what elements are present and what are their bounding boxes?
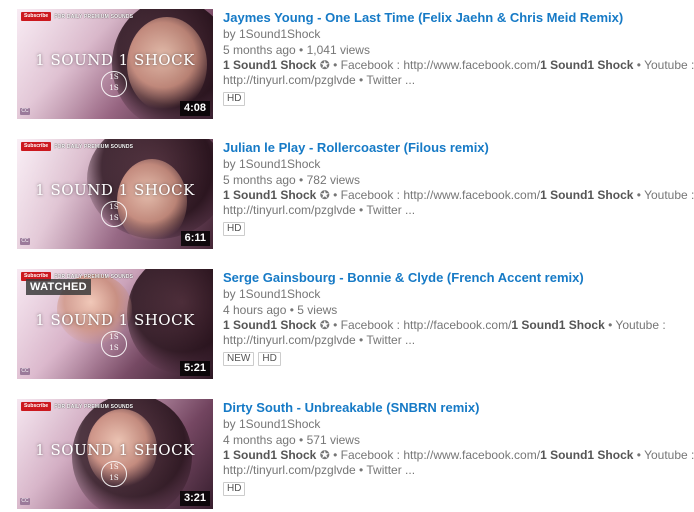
desc-bold: 1 Sound1 Shock [223, 58, 317, 72]
upload-age: 5 months ago [223, 173, 296, 187]
channel-link[interactable]: by 1Sound1Shock [223, 27, 320, 41]
channel-tagline: FOR DAILY PREMIUM SOUNDS [54, 13, 134, 20]
video-title-link[interactable]: Julian le Play - Rollercoaster (Filous r… [223, 139, 694, 156]
video-info: Jaymes Young - One Last Time (Felix Jaeh… [223, 9, 694, 106]
channel-link[interactable]: by 1Sound1Shock [223, 157, 320, 171]
channel-tagline: FOR DAILY PREMIUM SOUNDS [54, 143, 134, 150]
desc-line: http://tinyurl.com/pzglvde • Twitter ... [223, 203, 416, 217]
badge-row: HD [223, 222, 694, 236]
video-meta: 4 months ago • 571 views [223, 432, 694, 448]
video-duration: 4:08 [179, 101, 210, 116]
new-badge: NEW [223, 352, 255, 366]
subscribe-button[interactable]: Subscribe [21, 12, 52, 21]
badge-row: NEW HD [223, 352, 694, 366]
separator: • [295, 173, 307, 187]
video-duration: 6:11 [180, 231, 210, 246]
subscribe-button[interactable]: Subscribe [21, 142, 52, 151]
watched-label: WATCHED [26, 279, 91, 295]
desc-line: http://tinyurl.com/pzglvde • Twitter ... [223, 333, 416, 347]
video-meta: 5 months ago • 1,041 views [223, 42, 694, 58]
channel-logo-text: 1 SOUND 1 SHOCK [35, 181, 195, 199]
video-thumbnail[interactable]: Subscribe FOR DAILY PREMIUM SOUNDS 1 SOU… [17, 9, 213, 119]
channel-byline: by 1Sound1Shock [223, 156, 694, 172]
desc-bold: 1 Sound1 Shock [223, 318, 317, 332]
video-item: Subscribe FOR DAILY PREMIUM SOUNDS WATCH… [17, 269, 694, 381]
video-duration: 5:21 [179, 361, 210, 376]
video-description: 1 Sound1 Shock ✪ • Facebook : http://www… [223, 448, 694, 477]
video-meta: 5 months ago • 782 views [223, 172, 694, 188]
channel-logo-text: 1 SOUND 1 SHOCK [35, 311, 195, 329]
upload-age: 5 months ago [223, 43, 296, 57]
video-thumbnail[interactable]: Subscribe FOR DAILY PREMIUM SOUNDS WATCH… [17, 269, 213, 379]
verified-icon: ✪ [319, 318, 330, 332]
desc-line: http://tinyurl.com/pzglvde • Twitter ... [223, 73, 416, 87]
badge-row: HD [223, 92, 694, 106]
subscribe-bar: Subscribe FOR DAILY PREMIUM SOUNDS [21, 12, 133, 21]
video-title-link[interactable]: Serge Gainsbourg - Bonnie & Clyde (Frenc… [223, 269, 694, 286]
badge-row: HD [223, 482, 694, 496]
channel-logo-text: 1 SOUND 1 SHOCK [35, 51, 195, 69]
channel-byline: by 1Sound1Shock [223, 26, 694, 42]
video-description: 1 Sound1 Shock ✪ • Facebook : http://www… [223, 58, 694, 87]
video-item: Subscribe FOR DAILY PREMIUM SOUNDS 1 SOU… [17, 9, 694, 121]
channel-logo-text: 1 SOUND 1 SHOCK [35, 441, 195, 459]
channel-tagline: FOR DAILY PREMIUM SOUNDS [54, 403, 134, 410]
separator: • [286, 303, 298, 317]
verified-icon: ✪ [319, 188, 330, 202]
video-thumbnail[interactable]: Subscribe FOR DAILY PREMIUM SOUNDS 1 SOU… [17, 399, 213, 509]
video-info: Julian le Play - Rollercoaster (Filous r… [223, 139, 694, 236]
channel-byline: by 1Sound1Shock [223, 286, 694, 302]
video-duration: 3:21 [179, 491, 210, 506]
subscribe-bar: Subscribe FOR DAILY PREMIUM SOUNDS [21, 402, 133, 411]
subscribe-button[interactable]: Subscribe [21, 402, 52, 411]
channel-seal-icon: 1S 1S [101, 331, 127, 357]
channel-seal-icon: 1S 1S [101, 201, 127, 227]
channel-byline: by 1Sound1Shock [223, 416, 694, 432]
channel-link[interactable]: by 1Sound1Shock [223, 417, 320, 431]
video-item: Subscribe FOR DAILY PREMIUM SOUNDS 1 SOU… [17, 139, 694, 251]
view-count: 571 views [306, 433, 360, 447]
desc-line: http://tinyurl.com/pzglvde • Twitter ... [223, 463, 416, 477]
separator: • [295, 433, 307, 447]
video-item: Subscribe FOR DAILY PREMIUM SOUNDS 1 SOU… [17, 399, 694, 511]
separator: • [295, 43, 307, 57]
view-count: 1,041 views [306, 43, 370, 57]
desc-bold: 1 Sound1 Shock [223, 448, 317, 462]
video-description: 1 Sound1 Shock ✪ • Facebook : http://www… [223, 188, 694, 217]
hd-badge: HD [223, 482, 246, 496]
hd-badge: HD [223, 222, 246, 236]
video-title-link[interactable]: Jaymes Young - One Last Time (Felix Jaeh… [223, 9, 694, 26]
verified-icon: ✪ [319, 58, 330, 72]
video-info: Serge Gainsbourg - Bonnie & Clyde (Frenc… [223, 269, 694, 366]
video-info: Dirty South - Unbreakable (SNBRN remix) … [223, 399, 694, 496]
view-count: 5 views [297, 303, 338, 317]
video-title-link[interactable]: Dirty South - Unbreakable (SNBRN remix) [223, 399, 694, 416]
cc-icon: CC [20, 238, 30, 245]
channel-seal-icon: 1S 1S [101, 71, 127, 97]
channel-seal-icon: 1S 1S [101, 461, 127, 487]
upload-age: 4 months ago [223, 433, 296, 447]
hd-badge: HD [258, 352, 281, 366]
channel-link[interactable]: by 1Sound1Shock [223, 287, 320, 301]
cc-icon: CC [20, 108, 30, 115]
cc-icon: CC [20, 368, 30, 375]
video-description: 1 Sound1 Shock ✪ • Facebook : http://fac… [223, 318, 694, 348]
desc-bold: 1 Sound1 Shock [223, 188, 317, 202]
upload-age: 4 hours ago [223, 303, 287, 317]
verified-icon: ✪ [319, 448, 330, 462]
video-thumbnail[interactable]: Subscribe FOR DAILY PREMIUM SOUNDS 1 SOU… [17, 139, 213, 249]
hd-badge: HD [223, 92, 246, 106]
subscribe-bar: Subscribe FOR DAILY PREMIUM SOUNDS [21, 142, 133, 151]
view-count: 782 views [306, 173, 360, 187]
cc-icon: CC [20, 498, 30, 505]
video-meta: 4 hours ago • 5 views [223, 302, 694, 318]
